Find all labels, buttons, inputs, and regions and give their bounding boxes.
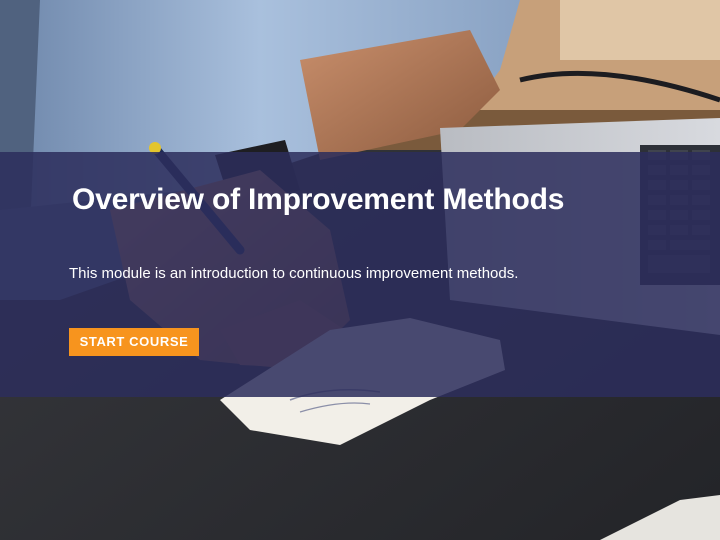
- start-course-button[interactable]: START COURSE: [69, 328, 199, 356]
- course-title: Overview of Improvement Methods: [72, 183, 565, 216]
- course-description: This module is an introduction to contin…: [69, 265, 519, 282]
- course-hero: Overview of Improvement Methods This mod…: [0, 0, 720, 540]
